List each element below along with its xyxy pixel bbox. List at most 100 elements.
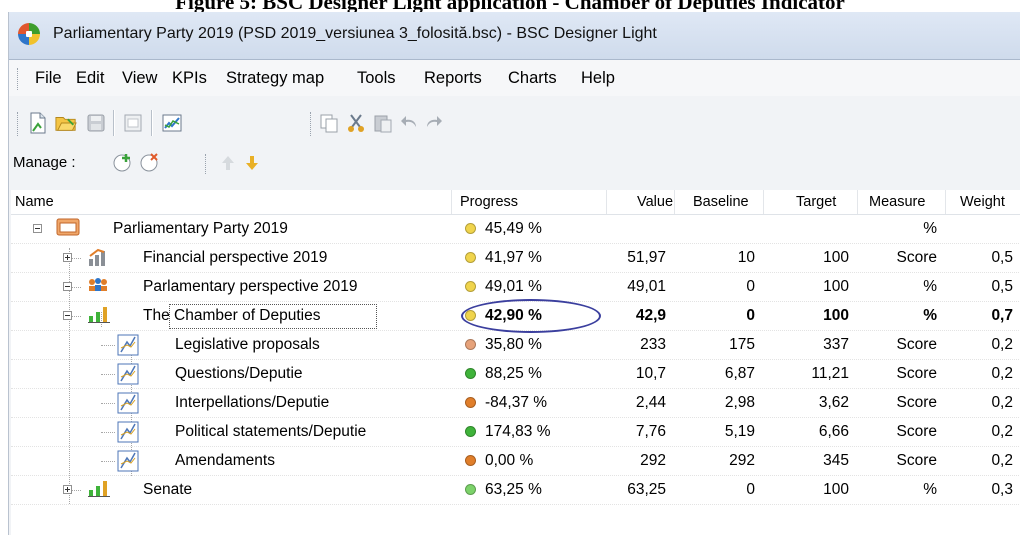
row-name: Parliamentary Party 2019 bbox=[113, 220, 288, 237]
table-row[interactable]: Senate 63,25 % 63,25 0 100% 0,3 bbox=[11, 476, 1020, 505]
status-indicator-icon bbox=[465, 484, 476, 495]
menu-view[interactable]: View bbox=[122, 69, 157, 88]
redo-icon[interactable] bbox=[423, 112, 445, 134]
move-up-icon[interactable] bbox=[217, 152, 239, 174]
toolbar-separator bbox=[151, 110, 153, 136]
add-kpi-icon[interactable] bbox=[112, 151, 134, 173]
row-weight: 0,2 bbox=[991, 336, 1013, 353]
menu-file[interactable]: File bbox=[35, 69, 62, 88]
column-header-value[interactable]: Value bbox=[637, 194, 673, 210]
row-weight: 0,5 bbox=[991, 278, 1013, 295]
row-target: 6,66 bbox=[818, 423, 849, 440]
move-down-icon[interactable] bbox=[241, 152, 263, 174]
column-header-name[interactable]: Name bbox=[15, 194, 54, 210]
column-header-measure[interactable]: Measure bbox=[869, 194, 925, 210]
table-row[interactable]: Financial perspective 2019 41,97 % 51,97 10… bbox=[11, 244, 1020, 273]
menu-charts[interactable]: Charts bbox=[508, 69, 557, 88]
expand-icon[interactable] bbox=[63, 253, 72, 262]
row-baseline: 2,98 bbox=[724, 394, 755, 411]
row-progress: 41,97 % bbox=[485, 249, 542, 266]
menubar-grip[interactable] bbox=[17, 68, 21, 90]
row-measure: Score bbox=[896, 365, 938, 382]
menu-tools[interactable]: Tools bbox=[357, 69, 396, 88]
table-row[interactable]: Political statements/Deputie 174,83 % 7,76… bbox=[11, 418, 1020, 447]
column-header-baseline[interactable]: Baseline bbox=[693, 194, 749, 210]
row-baseline: 10 bbox=[737, 249, 755, 266]
row-target: 100 bbox=[823, 278, 849, 295]
tree-line bbox=[101, 403, 115, 404]
figure-caption: Figure 5: BSC Designer Light application… bbox=[175, 0, 845, 12]
row-baseline: 175 bbox=[729, 336, 755, 353]
row-weight: 0,3 bbox=[991, 481, 1013, 498]
row-measure: % bbox=[923, 307, 937, 324]
people-perspective-icon bbox=[87, 276, 109, 296]
row-target: 100 bbox=[823, 249, 849, 266]
title-bar: Parliamentary Party 2019 (PSD 2019_versi… bbox=[9, 12, 1020, 60]
manage-label: Manage : bbox=[13, 154, 76, 171]
save-icon[interactable] bbox=[85, 112, 107, 134]
copy-icon[interactable] bbox=[318, 112, 340, 134]
undo-icon[interactable] bbox=[398, 112, 420, 134]
row-name: Interpellations/Deputie bbox=[175, 394, 330, 411]
collapse-icon[interactable] bbox=[63, 282, 72, 291]
toolbar-separator bbox=[113, 110, 115, 136]
table-row[interactable]: Parliamentary Party 2019 45,49 %% bbox=[11, 215, 1020, 244]
toolbar-grip[interactable] bbox=[205, 154, 209, 174]
add-container-icon[interactable] bbox=[139, 151, 161, 173]
row-measure: % bbox=[923, 278, 937, 295]
row-name: Amendaments bbox=[175, 452, 275, 469]
row-weight: 0,2 bbox=[991, 365, 1013, 382]
row-baseline: 6,87 bbox=[724, 365, 755, 382]
row-value: 51,97 bbox=[627, 249, 666, 266]
toolbar-grip[interactable] bbox=[17, 112, 21, 136]
row-name: Political statements/Deputie bbox=[175, 423, 367, 440]
status-indicator-icon bbox=[465, 426, 476, 437]
table-row[interactable]: The Chamber of Deputies 42,90 % 42,9 0 100% 0… bbox=[11, 299, 1020, 333]
cut-icon[interactable] bbox=[345, 112, 367, 134]
tree-line bbox=[101, 345, 115, 346]
collapse-icon[interactable] bbox=[63, 311, 72, 320]
kpi-tree-grid: Name Progress Value Baseline Target Meas… bbox=[11, 190, 1020, 535]
tree-line bbox=[101, 432, 115, 433]
row-baseline: 0 bbox=[746, 481, 755, 498]
collapse-icon[interactable] bbox=[33, 224, 42, 233]
menu-reports[interactable]: Reports bbox=[424, 69, 482, 88]
row-weight: 0,2 bbox=[991, 423, 1013, 440]
project-icon bbox=[55, 218, 81, 240]
paste-icon[interactable] bbox=[372, 112, 394, 134]
column-header-progress[interactable]: Progress bbox=[460, 194, 518, 210]
row-name: Financial perspective 2019 bbox=[143, 249, 328, 266]
new-file-icon[interactable] bbox=[27, 112, 49, 134]
column-header-target[interactable]: Target bbox=[796, 194, 836, 210]
menu-kpis[interactable]: KPIs bbox=[172, 69, 207, 88]
table-row[interactable]: Questions/Deputie 88,25 % 10,7 6,87 11,21 Sco… bbox=[11, 360, 1020, 389]
expand-icon[interactable] bbox=[63, 485, 72, 494]
menu-edit[interactable]: Edit bbox=[76, 69, 104, 88]
open-folder-icon[interactable] bbox=[55, 112, 77, 134]
row-value: 49,01 bbox=[627, 278, 666, 295]
row-weight: 0,7 bbox=[991, 307, 1013, 324]
properties-icon[interactable] bbox=[122, 112, 144, 134]
toolbar-grip[interactable] bbox=[310, 112, 314, 136]
menu-help[interactable]: Help bbox=[581, 69, 615, 88]
status-indicator-icon bbox=[465, 455, 476, 466]
chart-icon[interactable] bbox=[161, 112, 183, 134]
column-divider bbox=[674, 190, 675, 214]
row-baseline: 0 bbox=[746, 278, 755, 295]
column-divider bbox=[857, 190, 858, 214]
row-target: 100 bbox=[823, 307, 849, 324]
app-window: Parliamentary Party 2019 (PSD 2019_versi… bbox=[8, 12, 1020, 535]
row-value: 233 bbox=[640, 336, 666, 353]
table-row[interactable]: Amendaments 0,00 % 292 292 345 Score 0,2 bbox=[11, 447, 1020, 476]
column-header-weight[interactable]: Weight bbox=[960, 194, 1005, 210]
table-row[interactable]: Legislative proposals 35,80 % 233 175 337 Sco… bbox=[11, 331, 1020, 360]
row-value: 2,44 bbox=[635, 394, 666, 411]
status-indicator-icon bbox=[465, 397, 476, 408]
table-row[interactable]: Parlamentary perspective 2019 49,01 % 49,0… bbox=[11, 273, 1020, 302]
table-row[interactable]: Interpellations/Deputie -84,37 % 2,44 2,98 3… bbox=[11, 389, 1020, 418]
row-target: 3,62 bbox=[818, 394, 849, 411]
row-name: Parlamentary perspective 2019 bbox=[143, 278, 358, 295]
kpi-line-icon bbox=[117, 392, 139, 418]
highlight-ellipse bbox=[461, 299, 601, 333]
menu-strategy-map[interactable]: Strategy map bbox=[226, 69, 324, 88]
